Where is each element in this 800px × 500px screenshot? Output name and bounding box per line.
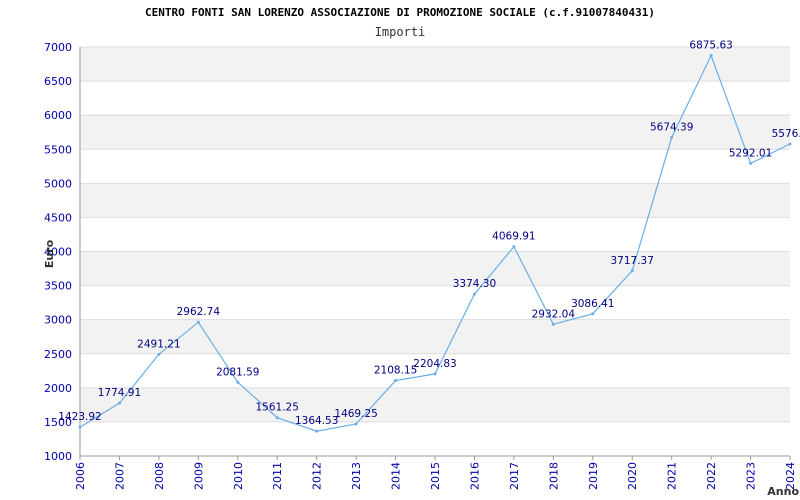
- y-tick-label: 5000: [44, 177, 72, 190]
- data-point: [630, 269, 634, 273]
- x-tick-label: 2019: [587, 462, 600, 490]
- grid-band: [80, 47, 790, 82]
- y-tick-label: 2000: [44, 382, 72, 395]
- data-label: 2108.15: [374, 364, 417, 376]
- y-tick-label: 1000: [44, 450, 72, 463]
- grid-band: [80, 387, 790, 422]
- x-tick-label: 2022: [705, 462, 718, 490]
- data-label: 1364.53: [295, 415, 338, 427]
- data-label: 3086.41: [571, 298, 614, 310]
- x-tick-label: 2018: [547, 462, 560, 490]
- data-label: 6875.63: [689, 39, 732, 51]
- data-label: 5674.39: [650, 121, 693, 133]
- data-point: [78, 425, 82, 429]
- x-tick-labels: 2006 2007 2008 2009 2010 2011 2012 2013 2014 2015…: [74, 462, 797, 490]
- grid-band: [80, 183, 790, 218]
- data-point: [157, 352, 161, 356]
- data-point: [117, 401, 121, 405]
- line-chart: 1000150020002500300035004000450050005500…: [43, 39, 800, 498]
- x-tick-label: 2006: [74, 462, 87, 490]
- data-point: [591, 312, 595, 316]
- x-tick-label: 2014: [390, 462, 403, 490]
- y-tick-label: 6500: [44, 75, 72, 88]
- data-label: 2204.83: [413, 358, 456, 370]
- y-tick-label: 7000: [44, 41, 72, 54]
- x-tick-label: 2008: [153, 462, 166, 490]
- x-tick-label: 2010: [232, 462, 245, 490]
- x-tick-label: 2021: [666, 462, 679, 490]
- grid-band: [80, 149, 790, 184]
- data-point: [196, 320, 200, 324]
- x-tick-label: 2016: [468, 462, 481, 490]
- x-axis-title: Anno: [767, 485, 799, 498]
- x-tick-label: 2017: [508, 462, 521, 490]
- data-label: 2491.21: [137, 338, 180, 350]
- x-tick-label: 2023: [745, 462, 758, 490]
- data-point: [709, 53, 713, 57]
- data-point: [670, 135, 674, 139]
- x-tick-label: 2013: [350, 462, 363, 490]
- y-axis-title: Euro: [43, 239, 56, 268]
- y-tick-label: 6000: [44, 109, 72, 122]
- data-label: 5292.01: [729, 147, 772, 159]
- grid-band: [80, 421, 790, 456]
- data-point: [236, 380, 240, 384]
- data-label: 3374.30: [453, 278, 496, 290]
- grid-band: [80, 319, 790, 354]
- data-label: 3717.37: [611, 255, 654, 267]
- data-label: 1561.25: [256, 402, 299, 414]
- data-point: [433, 372, 437, 376]
- data-point: [394, 378, 398, 382]
- x-tick-label: 2011: [271, 462, 284, 490]
- grid-band: [80, 81, 790, 116]
- grid-band: [80, 217, 790, 252]
- data-label: 5576.3: [772, 128, 800, 140]
- data-point: [354, 422, 358, 426]
- data-label: 2081.59: [216, 366, 259, 378]
- data-label: 1774.91: [98, 387, 141, 399]
- data-label: 1423.92: [58, 411, 101, 423]
- data-point: [788, 142, 792, 146]
- y-tick-label: 3500: [44, 280, 72, 293]
- data-point: [315, 429, 319, 433]
- y-tick-label: 3000: [44, 314, 72, 327]
- x-tick-label: 2012: [311, 462, 324, 490]
- x-tick-label: 2009: [192, 462, 205, 490]
- data-point: [551, 322, 555, 326]
- data-label: 2962.74: [177, 306, 221, 318]
- data-point: [749, 161, 753, 165]
- y-tick-label: 2500: [44, 348, 72, 361]
- x-tick-label: 2020: [626, 462, 639, 490]
- data-label: 2932.04: [532, 308, 576, 320]
- x-tick-label: 2007: [113, 462, 126, 490]
- data-point: [472, 292, 476, 296]
- data-label: 1469.25: [334, 408, 377, 420]
- data-label: 4069.91: [492, 231, 535, 243]
- x-tick-label: 2015: [429, 462, 442, 490]
- data-point: [275, 416, 279, 420]
- data-point: [512, 245, 516, 249]
- y-tick-label: 5500: [44, 143, 72, 156]
- grid-band: [80, 251, 790, 286]
- y-tick-label: 4500: [44, 211, 72, 224]
